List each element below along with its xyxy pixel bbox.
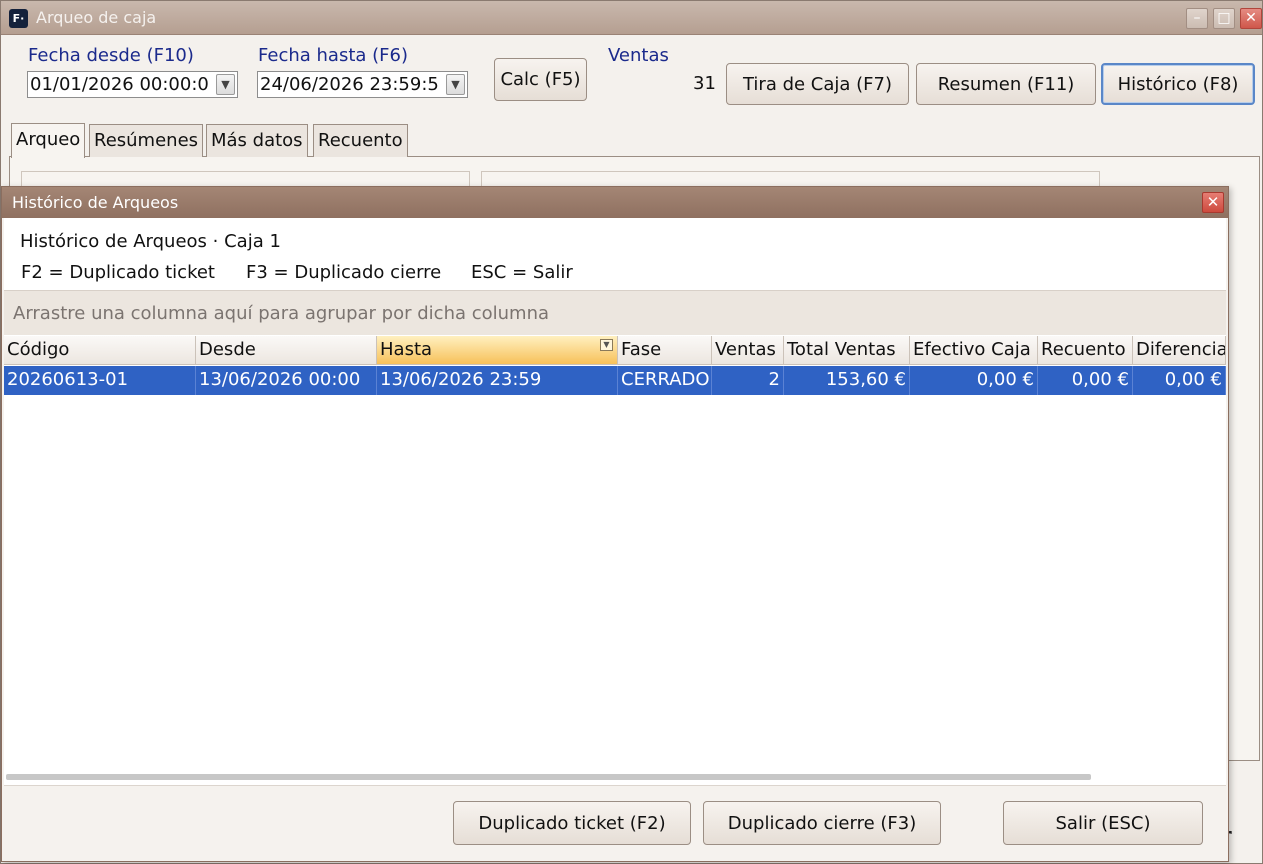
dialog-footer: Duplicado ticket (F2) Duplicado cierre (… xyxy=(4,785,1226,859)
fecha-desde-value: 01/01/2026 00:00:0 xyxy=(30,74,209,95)
fecha-desde-label: Fecha desde (F10) xyxy=(28,45,194,66)
maximize-icon[interactable]: □ xyxy=(1213,8,1235,29)
column-header-codigo[interactable]: Código xyxy=(4,336,196,365)
filter-icon[interactable]: ▼ xyxy=(600,339,613,351)
horizontal-scrollbar[interactable] xyxy=(6,774,1091,780)
chevron-down-icon[interactable]: ▼ xyxy=(216,74,235,95)
table-row-cell-recuento[interactable]: 0,00 € xyxy=(1038,366,1133,395)
column-header-diferencia[interactable]: Diferencia xyxy=(1133,336,1226,365)
dialog-title: Histórico de Arqueos xyxy=(12,193,179,212)
column-header-ventas[interactable]: Ventas xyxy=(712,336,784,365)
historico-button[interactable]: Histórico (F8) xyxy=(1101,63,1255,105)
table-row-cell-ventas[interactable]: 2 xyxy=(712,366,784,395)
dialog-heading: Histórico de Arqueos · Caja 1 xyxy=(20,231,281,252)
main-window-title: Arqueo de caja xyxy=(36,8,157,27)
table-row-cell-efectivo-caja[interactable]: 0,00 € xyxy=(910,366,1038,395)
historico-dialog: Histórico de Arqueos ✕ Histórico de Arqu… xyxy=(1,186,1229,862)
tab-recuento[interactable]: Recuento xyxy=(313,124,408,157)
ventas-value: 31 xyxy=(693,73,716,94)
chevron-down-icon[interactable]: ▼ xyxy=(446,74,465,95)
close-icon[interactable]: ✕ xyxy=(1240,8,1262,29)
column-header-fase[interactable]: Fase xyxy=(618,336,712,365)
resumen-button[interactable]: Resumen (F11) xyxy=(916,63,1096,105)
tab-resumenes[interactable]: Resúmenes xyxy=(89,124,204,157)
column-header-total-ventas[interactable]: Total Ventas xyxy=(784,336,910,365)
dialog-body: Histórico de Arqueos · Caja 1 F2 = Dupli… xyxy=(4,218,1226,859)
duplicado-cierre-button[interactable]: Duplicado cierre (F3) xyxy=(703,801,941,845)
fecha-hasta-label: Fecha hasta (F6) xyxy=(258,45,408,66)
shortcut-f3: F3 = Duplicado cierre xyxy=(246,262,442,283)
calc-button[interactable]: Calc (F5) xyxy=(494,58,587,101)
tab-mas-datos[interactable]: Más datos xyxy=(206,124,308,157)
column-header-recuento[interactable]: Recuento xyxy=(1038,336,1133,365)
salir-button[interactable]: Salir (ESC) xyxy=(1003,801,1203,845)
column-header-desde[interactable]: Desde xyxy=(196,336,377,365)
column-header-hasta-label: Hasta xyxy=(380,339,433,360)
minimize-icon[interactable]: – xyxy=(1186,8,1208,29)
main-title-bar: F· Arqueo de caja – □ ✕ xyxy=(1,1,1262,35)
shortcut-esc: ESC = Salir xyxy=(471,262,573,283)
app-icon: F· xyxy=(9,9,28,28)
table-row-cell-desde[interactable]: 13/06/2026 00:00 xyxy=(196,366,377,395)
group-by-hint: Arrastre una columna aquí para agrupar p… xyxy=(13,303,550,324)
table-row-cell-codigo[interactable]: 20260613-01 xyxy=(4,366,196,395)
close-icon[interactable]: ✕ xyxy=(1202,192,1224,213)
column-header-efectivo-caja[interactable]: Efectivo Caja xyxy=(910,336,1038,365)
table-row-cell-total-ventas[interactable]: 153,60 € xyxy=(784,366,910,395)
table-row-cell-diferencia[interactable]: 0,00 € xyxy=(1133,366,1226,395)
duplicado-ticket-button[interactable]: Duplicado ticket (F2) xyxy=(453,801,691,845)
tira-de-caja-button[interactable]: Tira de Caja (F7) xyxy=(726,63,909,105)
shortcut-f2: F2 = Duplicado ticket xyxy=(21,262,215,283)
fecha-desde-field[interactable]: 01/01/2026 00:00:0 ▼ xyxy=(27,71,238,98)
dialog-title-bar: Histórico de Arqueos ✕ xyxy=(2,187,1228,218)
fecha-hasta-value: 24/06/2026 23:59:5 xyxy=(260,74,439,95)
tab-arqueo[interactable]: Arqueo xyxy=(11,123,86,158)
group-by-panel[interactable]: Arrastre una columna aquí para agrupar p… xyxy=(4,290,1226,335)
ventas-label: Ventas xyxy=(608,45,669,66)
fecha-hasta-field[interactable]: 24/06/2026 23:59:5 ▼ xyxy=(257,71,468,98)
table-row-cell-hasta[interactable]: 13/06/2026 23:59 xyxy=(377,366,618,395)
table-row-cell-fase[interactable]: CERRADO xyxy=(618,366,712,395)
column-header-hasta[interactable]: Hasta ▼ xyxy=(377,336,618,365)
